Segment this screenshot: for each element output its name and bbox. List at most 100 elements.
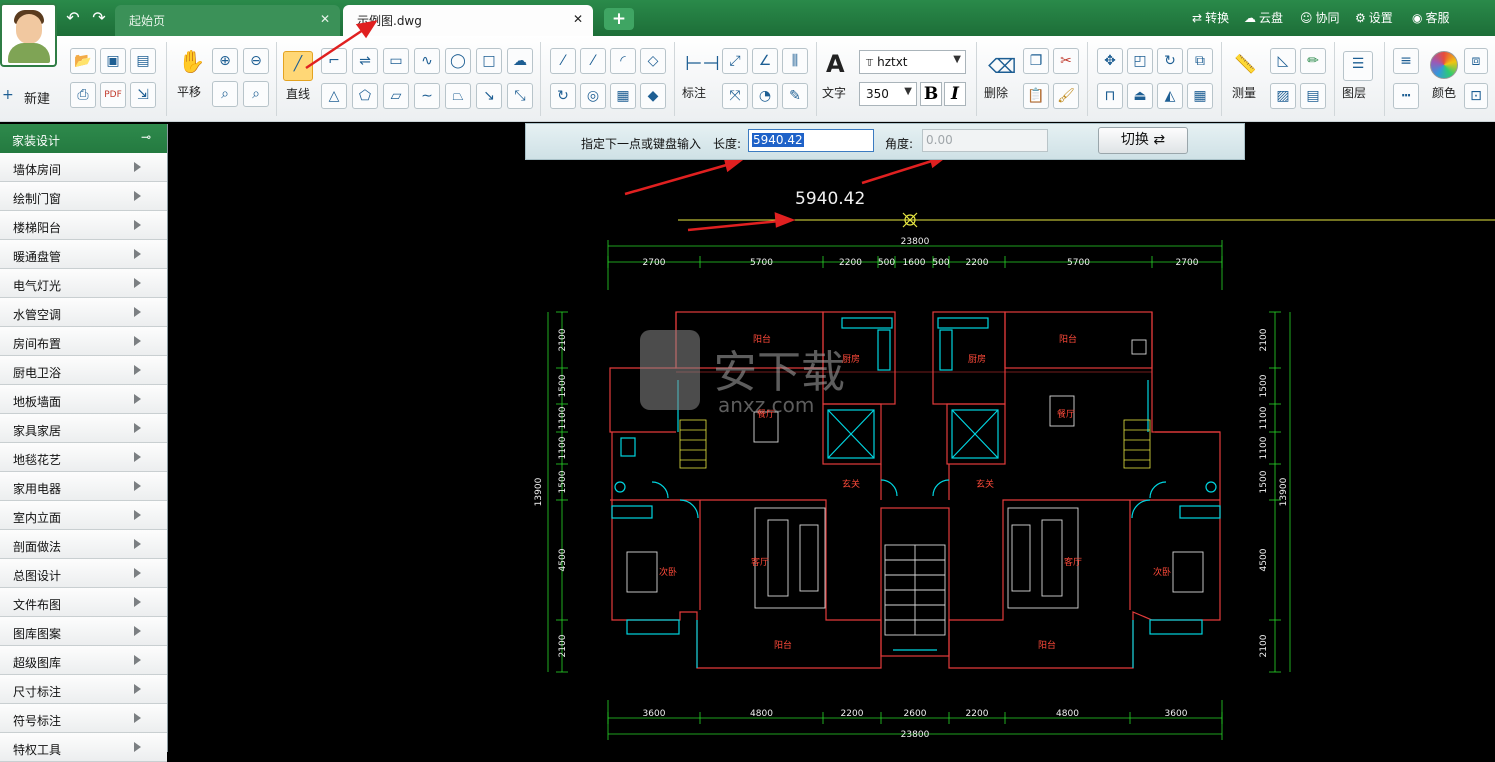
fillet-icon[interactable]: ◜ <box>610 48 636 74</box>
sidebar-item[interactable]: 水管空调 <box>0 298 167 327</box>
pin-icon[interactable]: ⊸ <box>141 130 151 144</box>
close-icon[interactable]: ✕ <box>573 12 583 26</box>
sidebar-item[interactable]: 室内立面 <box>0 501 167 530</box>
sidebar-item[interactable]: 特权工具 <box>0 733 167 762</box>
convert-link[interactable]: ⇄ 转换 <box>1192 9 1229 26</box>
close-icon[interactable]: ✕ <box>320 12 330 26</box>
hatch-icon[interactable]: ▦ <box>610 83 636 109</box>
copy-icon[interactable]: ❐ <box>1023 48 1049 74</box>
color-label[interactable]: 颜色 <box>1432 84 1456 101</box>
lineweight-icon[interactable]: ≡ <box>1393 48 1419 74</box>
add-tab-button[interactable]: + <box>604 8 634 30</box>
text-size-select[interactable]: 350 ▼ <box>859 82 917 106</box>
sidebar-item[interactable]: 符号标注 <box>0 704 167 733</box>
sidebar-item[interactable]: 尺寸标注 <box>0 675 167 704</box>
trapezoid-icon[interactable]: ⏢ <box>445 83 471 109</box>
angle-dim-icon[interactable]: ∠ <box>752 48 778 74</box>
cut-icon[interactable]: ✂ <box>1053 48 1079 74</box>
move-icon[interactable]: ✥ <box>1097 48 1123 74</box>
copy-obj-icon[interactable]: ⧉ <box>1187 48 1213 74</box>
sidebar-item[interactable]: 电气灯光 <box>0 269 167 298</box>
settings-link[interactable]: ⚙ 设置 <box>1355 9 1393 26</box>
pencil-icon[interactable]: ✏ <box>1300 48 1326 74</box>
line-label[interactable]: 直线 <box>286 85 310 102</box>
triangle-icon[interactable]: △ <box>321 83 347 109</box>
color-wheel-icon[interactable] <box>1430 51 1458 79</box>
text-tool-icon[interactable]: A <box>826 50 845 78</box>
redo-icon[interactable]: ↷ <box>88 8 110 28</box>
chamfer-icon[interactable]: ◇ <box>640 48 666 74</box>
zoom-out-icon[interactable]: ⊖ <box>243 48 269 74</box>
tab-start-page[interactable]: 起始页 ✕ <box>115 5 340 36</box>
rotate-obj-icon[interactable]: ↻ <box>1157 48 1183 74</box>
measure-label[interactable]: 测量 <box>1232 84 1256 101</box>
linetype-icon[interactable]: ┅ <box>1393 83 1419 109</box>
pdf-icon[interactable]: PDF <box>100 82 126 108</box>
ordinate-dim-icon[interactable]: ⤧ <box>722 83 748 109</box>
paste-icon[interactable]: 📋 <box>1023 83 1049 109</box>
bold-button[interactable]: B <box>920 82 942 106</box>
dimension-label[interactable]: 标注 <box>682 84 706 101</box>
offset-icon[interactable]: ◎ <box>580 83 606 109</box>
sidebar-item[interactable]: 地板墙面 <box>0 385 167 414</box>
text-label[interactable]: 文字 <box>822 84 846 101</box>
sidebar-item[interactable]: 家具家居 <box>0 414 167 443</box>
sidebar-item[interactable]: 房间布置 <box>0 327 167 356</box>
sidebar-item[interactable]: 家用电器 <box>0 472 167 501</box>
aligned-dim-icon[interactable]: ⤢ <box>722 48 748 74</box>
match-props-icon[interactable]: ⧈ <box>1464 48 1488 74</box>
spline-icon[interactable]: ∿ <box>414 48 440 74</box>
length-input[interactable]: 5940.42 <box>748 129 874 152</box>
sidebar-item[interactable]: 绘制门窗 <box>0 182 167 211</box>
image-icon[interactable]: ▨ <box>1270 83 1296 109</box>
grid-array-icon[interactable]: ▦ <box>1187 83 1213 109</box>
avatar[interactable] <box>0 3 57 67</box>
print-icon[interactable]: ⎙ <box>70 82 96 108</box>
support-link[interactable]: ◉ 客服 <box>1412 9 1450 26</box>
pentagon-icon[interactable]: ⬠ <box>352 83 378 109</box>
polyline-icon[interactable]: ⌐ <box>321 48 347 74</box>
drawing-canvas[interactable]: 5940.42 安下载 anxz.com 阳台厨房餐厅玄关次卧客厅阳台阳台厨房餐… <box>168 124 1495 752</box>
eraser-icon[interactable]: ⌫ <box>988 54 1016 78</box>
zoom-in-icon[interactable]: ⊕ <box>212 48 238 74</box>
layer-label[interactable]: 图层 <box>1342 84 1366 101</box>
rotate-icon[interactable]: ↻ <box>550 83 576 109</box>
curve-icon[interactable]: ∼ <box>414 83 440 109</box>
new-button[interactable]: 新建 <box>24 88 50 107</box>
array-icon[interactable]: ⏏ <box>1127 83 1153 109</box>
sidebar-item[interactable]: 总图设计 <box>0 559 167 588</box>
rect-line-icon[interactable]: ▭ <box>383 48 409 74</box>
continuous-dim-icon[interactable]: ⫼ <box>782 48 808 74</box>
double-arrow-icon[interactable]: ⤡ <box>507 83 533 109</box>
sidebar-item[interactable]: 文件布图 <box>0 588 167 617</box>
line-tool-icon[interactable]: ╱ <box>283 51 313 81</box>
zoom-window-icon[interactable]: ⌕ <box>212 81 238 107</box>
sidebar-item[interactable]: 超级图库 <box>0 646 167 675</box>
parallelogram-icon[interactable]: ▱ <box>383 83 409 109</box>
sidebar-item[interactable]: 暖通盘管 <box>0 240 167 269</box>
tab-example-dwg[interactable]: 示例图.dwg ✕ <box>343 5 593 36</box>
mirror-icon[interactable]: ◭ <box>1157 83 1183 109</box>
font-select[interactable]: 𝕋hztxt ▼ <box>859 50 966 74</box>
layers-icon[interactable]: ☰ <box>1343 51 1373 81</box>
sidebar-item[interactable]: 厨电卫浴 <box>0 356 167 385</box>
delete-label[interactable]: 删除 <box>984 84 1008 101</box>
circle-icon[interactable]: ◯ <box>445 48 471 74</box>
italic-button[interactable]: I <box>944 82 966 106</box>
area-icon[interactable]: ◺ <box>1270 48 1296 74</box>
ruler-icon[interactable]: 📏 <box>1234 54 1256 75</box>
leader-icon[interactable]: ✎ <box>782 83 808 109</box>
arrow-icon[interactable]: ↘ <box>476 83 502 109</box>
extend-icon[interactable]: ⁄ <box>580 48 606 74</box>
trim-icon[interactable]: ⁄ <box>550 48 576 74</box>
brush-icon[interactable]: 🖌 <box>1053 83 1079 109</box>
sidebar-item[interactable]: 楼梯阳台 <box>0 211 167 240</box>
table-icon[interactable]: ▤ <box>1300 83 1326 109</box>
pan-label[interactable]: 平移 <box>177 83 201 100</box>
open-icon[interactable]: 📂 <box>70 48 96 74</box>
sidebar-item[interactable]: 地毯花艺 <box>0 443 167 472</box>
fill-icon[interactable]: ◆ <box>640 83 666 109</box>
save-icon[interactable]: ▣ <box>100 48 126 74</box>
angle-input[interactable]: 0.00 <box>922 129 1048 152</box>
scale-icon[interactable]: ◰ <box>1127 48 1153 74</box>
